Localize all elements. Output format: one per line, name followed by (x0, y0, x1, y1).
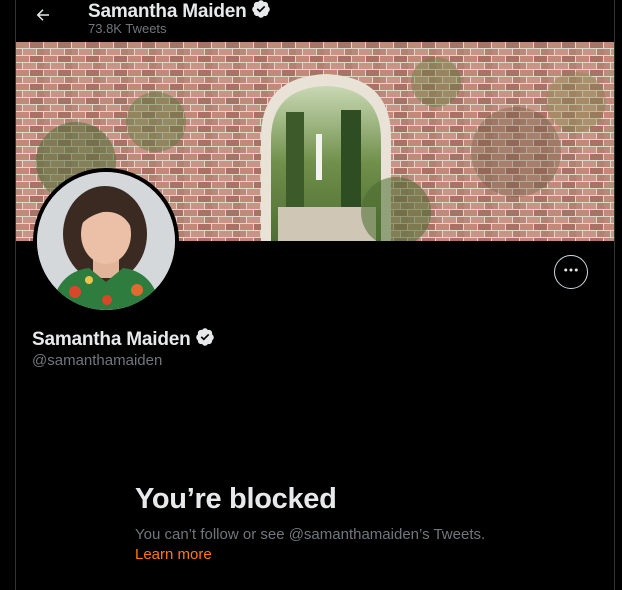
more-options-button[interactable] (554, 255, 588, 289)
profile-header-bar: Samantha Maiden 73.8K Tweets (16, 0, 614, 42)
more-horizontal-icon (562, 261, 580, 284)
learn-more-link[interactable]: Learn more (135, 546, 212, 563)
arrow-left-icon (34, 6, 52, 29)
verified-badge-icon (195, 327, 215, 352)
tweet-count: 73.8K Tweets (88, 21, 167, 36)
blocked-title: You’re blocked (135, 483, 337, 515)
blocked-message: You can’t follow or see @samanthamaiden’… (135, 526, 486, 543)
blocked-notice: You’re blocked You can’t follow or see @… (135, 483, 485, 564)
profile-name: Samantha Maiden (32, 328, 191, 350)
profile-handle: @samanthamaiden (32, 352, 163, 369)
profile-column: Samantha Maiden 73.8K Tweets Samantha Ma… (15, 0, 615, 590)
verified-badge-icon (251, 0, 271, 24)
profile-avatar[interactable] (33, 168, 179, 314)
profile-name-row: Samantha Maiden (32, 327, 215, 352)
back-button[interactable] (30, 4, 56, 30)
header-name: Samantha Maiden (88, 0, 247, 22)
